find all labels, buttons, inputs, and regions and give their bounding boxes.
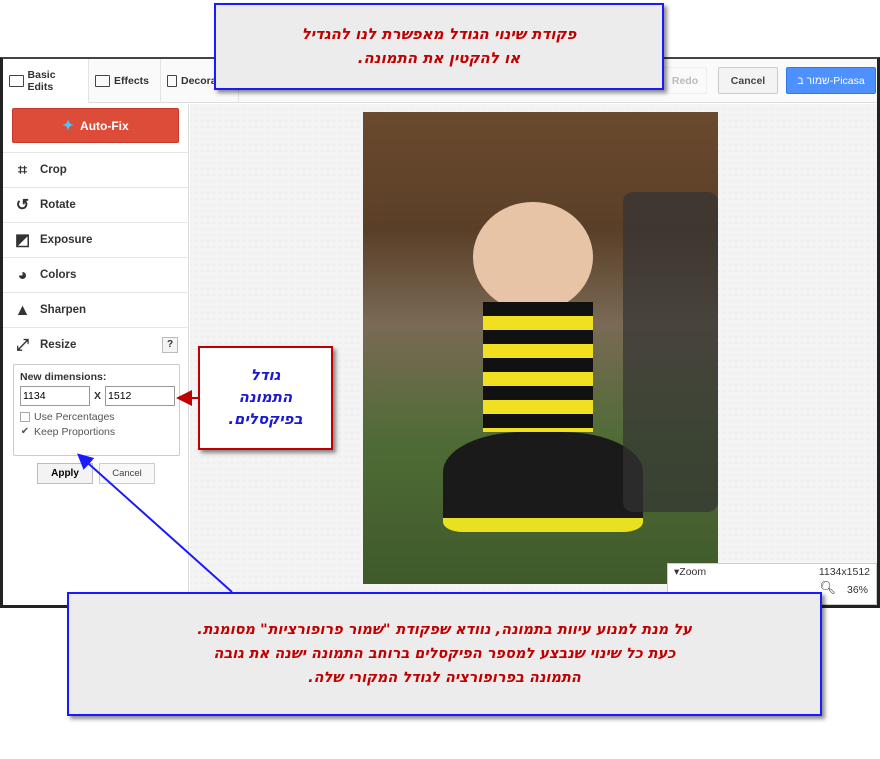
blue-arrow xyxy=(77,453,233,593)
top-callout: פקודת שינוי הגודל מאפשרת לנו להגדיל או לה… xyxy=(214,3,664,90)
side-callout: גודל התמונה בפיקסלים. xyxy=(198,346,333,450)
bottom-callout: על מנת למנוע עיוות בתמונה, נוודא שפקודת … xyxy=(67,592,822,716)
